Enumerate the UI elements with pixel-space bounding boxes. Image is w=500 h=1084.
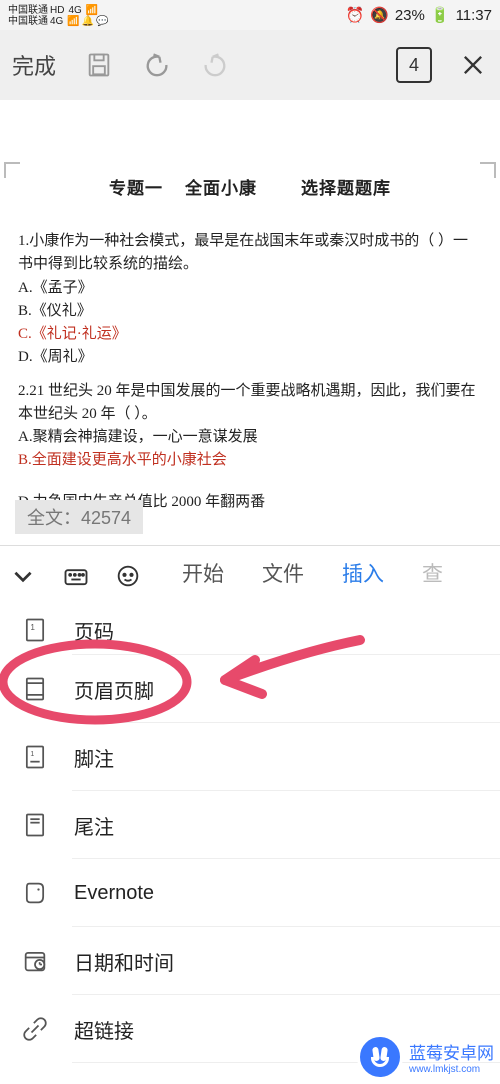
hyperlink-icon <box>18 1012 52 1046</box>
insert-row-header-footer[interactable]: 页眉页脚 <box>0 655 500 723</box>
q2-option-a: A.聚精会神搞建设，一心一意谋发展 <box>18 426 482 449</box>
header-footer-icon <box>18 672 52 706</box>
redo-icon[interactable] <box>200 50 230 80</box>
signal-icon-1: 📶 <box>86 5 98 16</box>
datetime-icon <box>18 944 52 978</box>
app-toolbar: 完成 4 <box>0 30 500 100</box>
status-left: 中国联通 HD 4G 📶 中国联通 4G 📶 🔔 💬 <box>8 3 109 27</box>
carrier-label-1: 中国联通 <box>8 5 48 16</box>
collapse-sheet-icon[interactable] <box>8 561 38 591</box>
watermark: 蓝莓安卓网 www.lmkjst.com <box>357 1034 494 1080</box>
watermark-url: www.lmkjst.com <box>409 1064 494 1075</box>
insert-label-endnote: 尾注 <box>74 811 114 840</box>
document-title: 专题一 全面小康 选择题题库 <box>18 175 482 202</box>
alarm-icon: ⏰ <box>345 6 364 24</box>
save-icon[interactable] <box>84 50 114 80</box>
insert-label-hyperlink: 超链接 <box>74 1015 134 1044</box>
q1-option-a: A.《孟子》 <box>18 277 482 300</box>
bell-icon: 🔔 <box>82 16 94 27</box>
insert-row-page-number[interactable]: 1 页码 <box>0 605 500 655</box>
svg-text:1: 1 <box>30 623 35 632</box>
watermark-text: 蓝莓安卓网 <box>409 1039 494 1064</box>
tab-insert[interactable]: 插入 <box>342 558 384 594</box>
word-count-pill: 全文：42574 <box>15 500 143 534</box>
page-count-value: 4 <box>409 55 419 76</box>
tab-file[interactable]: 文件 <box>262 558 304 594</box>
battery-percent: 23% <box>395 7 425 24</box>
keyboard-icon[interactable] <box>62 562 90 590</box>
chat-icon: 💬 <box>96 16 108 27</box>
q1-option-c: C.《礼记·礼运》 <box>18 323 482 346</box>
signal-icon-2: 📶 <box>67 16 79 27</box>
title-part-1: 专题一 <box>109 179 163 198</box>
undo-icon[interactable] <box>142 50 172 80</box>
battery-icon: 🔋 <box>431 6 450 24</box>
clock-time: 11:37 <box>456 7 492 24</box>
svg-text:1: 1 <box>30 751 34 758</box>
done-button[interactable]: 完成 <box>12 49 56 81</box>
footnote-icon: 1 <box>18 740 52 774</box>
endnote-icon <box>18 808 52 842</box>
page-corner-tl <box>4 162 20 178</box>
title-part-3: 选择题题库 <box>301 179 391 198</box>
mute-icon: 🔕 <box>370 6 389 24</box>
document-area[interactable]: 专题一 全面小康 选择题题库 1.小康作为一种社会模式，最早是在战国末年或秦汉时成书… <box>0 100 500 545</box>
q1-stem: 1.小康作为一种社会模式，最早是在战国末年或秦汉时成书的（ ）一书中得到比较系统… <box>18 230 482 277</box>
status-bar: 中国联通 HD 4G 📶 中国联通 4G 📶 🔔 💬 ⏰ 🔕 23% 🔋 11:… <box>0 0 500 30</box>
q1-option-b: B.《仪礼》 <box>18 300 482 323</box>
insert-row-endnote[interactable]: 尾注 <box>0 791 500 859</box>
page-corner-tr <box>480 162 496 178</box>
insert-row-footnote[interactable]: 1 脚注 <box>0 723 500 791</box>
insert-row-datetime[interactable]: 日期和时间 <box>0 927 500 995</box>
net-mode-1: 4G <box>68 5 81 16</box>
bottom-sheet-tabs: 开始 文件 插入 查 <box>0 545 500 605</box>
q1-option-d: D.《周礼》 <box>18 346 482 369</box>
status-right: ⏰ 🔕 23% 🔋 11:37 <box>345 6 492 24</box>
title-part-2: 全面小康 <box>185 179 257 198</box>
insert-label-footnote: 脚注 <box>74 743 114 772</box>
assistant-icon[interactable] <box>114 562 142 590</box>
insert-label-evernote: Evernote <box>74 882 154 905</box>
insert-label-datetime: 日期和时间 <box>74 947 174 976</box>
q2-stem: 2.21 世纪头 20 年是中国发展的一个重要战略机遇期，因此，我们要在本世纪头… <box>18 380 482 427</box>
insert-label-header-footer: 页眉页脚 <box>74 675 154 704</box>
insert-menu: 1 页码 页眉页脚 1 脚注 尾注 Evernote 日期和时间 <box>0 605 500 1063</box>
insert-label-page-number: 页码 <box>74 616 114 645</box>
tab-more[interactable]: 查 <box>422 558 443 594</box>
page-count-box[interactable]: 4 <box>396 47 432 83</box>
hd-label: HD <box>50 5 64 16</box>
carrier-label-2: 中国联通 <box>8 16 48 27</box>
evernote-icon <box>18 876 52 910</box>
page-number-icon: 1 <box>18 613 52 647</box>
q2-option-b: B.全面建设更高水平的小康社会 <box>18 449 482 472</box>
watermark-badge-icon <box>357 1034 403 1080</box>
insert-row-evernote[interactable]: Evernote <box>0 859 500 927</box>
net-mode-2: 4G <box>50 16 63 27</box>
tab-start[interactable]: 开始 <box>182 558 224 594</box>
close-icon[interactable] <box>458 50 488 80</box>
